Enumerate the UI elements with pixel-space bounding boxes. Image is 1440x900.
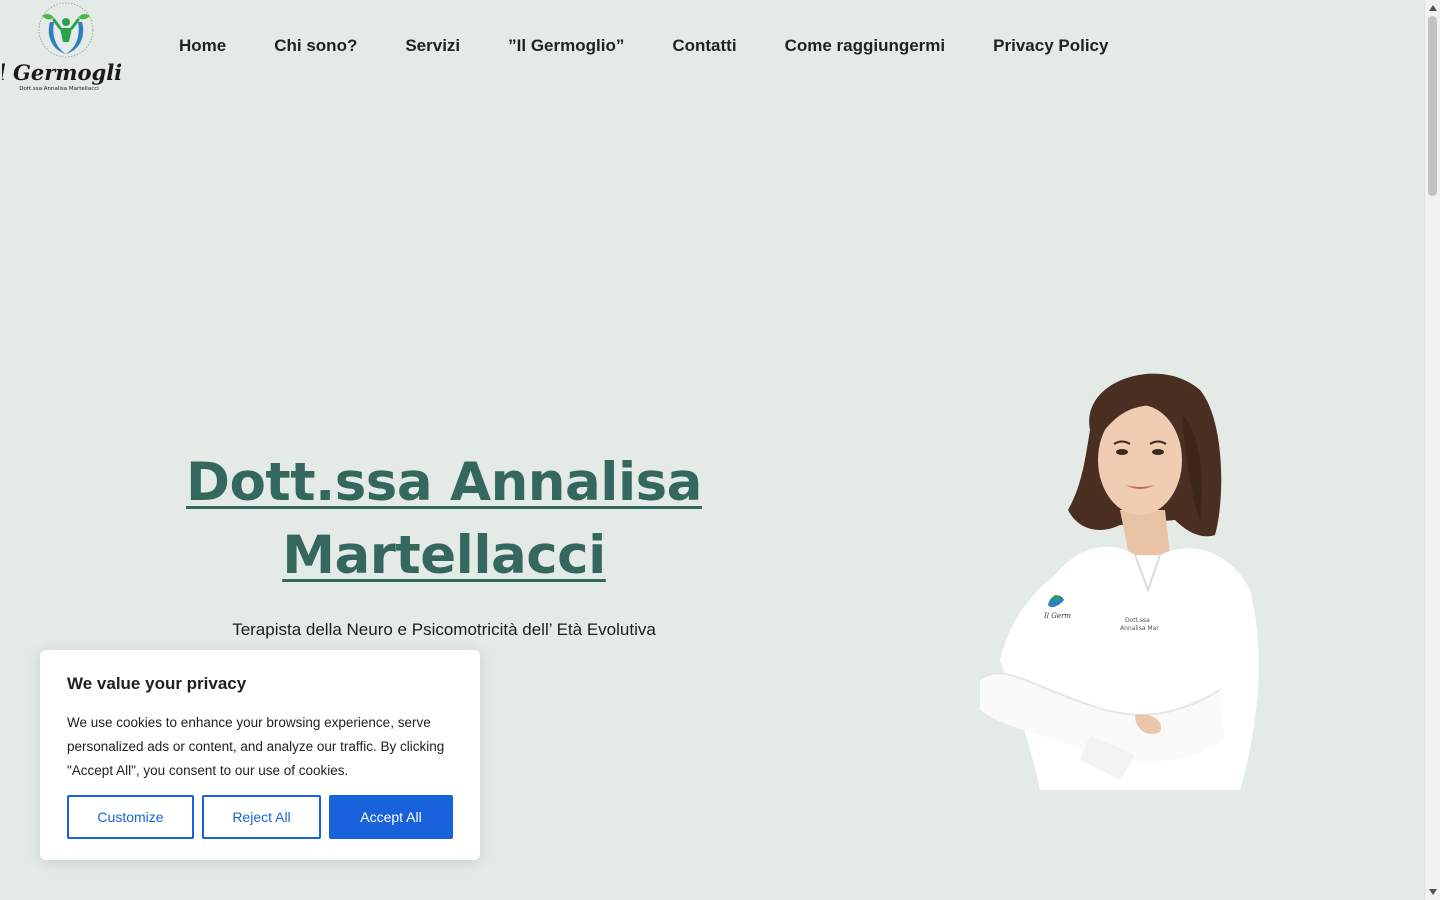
- svg-text:Dott.ssa Annalisa Martellacci: Dott.ssa Annalisa Martellacci: [19, 86, 99, 92]
- nav-come-raggiungermi[interactable]: Come raggiungermi: [761, 26, 970, 66]
- nav-home[interactable]: Home: [155, 26, 250, 66]
- site-logo[interactable]: Il Germoglio Dott.ssa Annalisa Martellac…: [0, 2, 136, 92]
- site-header: Il Germoglio Dott.ssa Annalisa Martellac…: [0, 0, 1424, 92]
- hero-title: Dott.ssa Annalisa Martellacci: [144, 446, 744, 592]
- svg-text:Il Germoglio: Il Germoglio: [2, 60, 122, 85]
- scroll-up-icon[interactable]: [1429, 5, 1437, 11]
- hero-title-link[interactable]: Dott.ssa Annalisa Martellacci: [186, 452, 702, 586]
- reject-all-button[interactable]: Reject All: [202, 795, 321, 839]
- svg-text:Annalisa Mar: Annalisa Mar: [1120, 625, 1159, 632]
- vertical-scrollbar[interactable]: [1424, 0, 1440, 900]
- cookie-buttons: Customize Reject All Accept All: [67, 795, 453, 839]
- customize-button[interactable]: Customize: [67, 795, 194, 839]
- nav-servizi[interactable]: Servizi: [381, 26, 484, 66]
- hero-subtitle: Terapista della Neuro e Psicomotricità d…: [232, 620, 656, 639]
- svg-text:Il Germ: Il Germ: [1043, 612, 1071, 620]
- svg-text:Dott.ssa: Dott.ssa: [1125, 617, 1150, 624]
- cookie-title: We value your privacy: [67, 674, 247, 693]
- scrollbar-thumb[interactable]: [1428, 16, 1437, 196]
- scroll-down-icon[interactable]: [1429, 889, 1437, 895]
- nav-chi-sono[interactable]: Chi sono?: [250, 26, 381, 66]
- portrait-image: Il Germ Dott.ssa Annalisa Mar: [960, 360, 1280, 790]
- main-nav: Home Chi sono? Servizi ”Il Germoglio” Co…: [155, 24, 1132, 68]
- nav-il-germoglio[interactable]: ”Il Germoglio”: [484, 26, 648, 66]
- cookie-text: We use cookies to enhance your browsing …: [67, 715, 445, 778]
- nav-contatti[interactable]: Contatti: [648, 26, 760, 66]
- logo-image: Il Germoglio Dott.ssa Annalisa Martellac…: [0, 2, 136, 92]
- cookie-consent-banner: We value your privacy We use cookies to …: [40, 650, 480, 860]
- accept-all-button[interactable]: Accept All: [329, 795, 453, 839]
- nav-privacy-policy[interactable]: Privacy Policy: [969, 26, 1132, 66]
